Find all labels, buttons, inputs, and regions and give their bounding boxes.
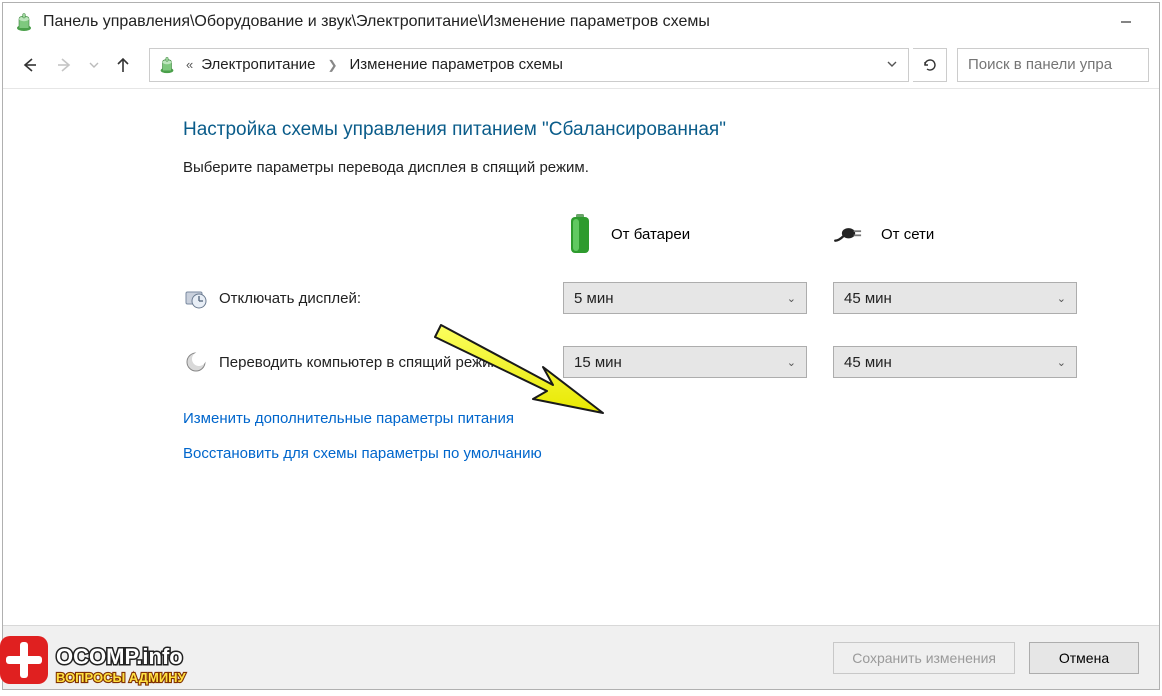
chevron-right-icon: ❯ [323,58,341,72]
power-options-icon [13,11,35,33]
save-button[interactable]: Сохранить изменения [833,642,1015,674]
cancel-button[interactable]: Отмена [1029,642,1139,674]
content-area: Настройка схемы управления питанием "Сба… [3,89,1159,625]
recent-locations-button[interactable] [85,49,103,81]
plug-icon [833,212,867,256]
column-battery-label: От батареи [611,226,690,243]
page-title: Настройка схемы управления питанием "Сба… [183,119,1159,141]
breadcrumb[interactable]: « Электропитание ❯ Изменение параметров … [149,48,909,82]
titlebar: Панель управления\Оборудование и звук\Эл… [3,3,1159,41]
breadcrumb-item-power[interactable]: Электропитание [201,56,315,73]
advanced-settings-link[interactable]: Изменить дополнительные параметры питани… [183,410,1159,427]
sleep-battery-dropdown[interactable]: 15 мин ⌄ [563,346,807,378]
column-battery: От батареи [563,212,833,256]
dropdown-value: 15 мин [574,354,622,371]
power-options-icon [156,54,178,76]
dropdown-value: 5 мин [574,290,614,307]
sleep-plugged-dropdown[interactable]: 45 мин ⌄ [833,346,1077,378]
setting-row-sleep: Переводить компьютер в спящий режим: 15 … [183,346,1159,378]
back-button[interactable] [13,49,45,81]
window-title: Панель управления\Оборудование и звук\Эл… [43,13,1103,31]
minimize-button[interactable] [1103,7,1149,37]
page-subtitle: Выберите параметры перевода дисплея в сп… [183,159,1159,176]
breadcrumb-dropdown-icon[interactable] [882,56,902,73]
window-controls [1103,7,1149,37]
search-input[interactable] [957,48,1149,82]
battery-icon [563,212,597,256]
columns-header: От батареи От сети [183,212,1159,256]
up-button[interactable] [107,49,139,81]
display-off-plugged-dropdown[interactable]: 45 мин ⌄ [833,282,1077,314]
dropdown-value: 45 мин [844,290,892,307]
watermark: OCOMP.info ВОПРОСЫ АДМИНУ [0,630,222,692]
breadcrumb-item-edit-plan[interactable]: Изменение параметров схемы [350,56,563,73]
display-clock-icon [183,285,209,311]
setting-row-display-off: Отключать дисплей: 5 мин ⌄ 45 мин ⌄ [183,282,1159,314]
restore-defaults-link[interactable]: Восстановить для схемы параметры по умол… [183,445,1159,462]
navbar: « Электропитание ❯ Изменение параметров … [3,41,1159,89]
chevron-down-icon: ⌄ [1057,356,1066,369]
chevron-down-icon: ⌄ [787,356,796,369]
display-off-label: Отключать дисплей: [219,290,563,307]
column-plugged-label: От сети [881,226,934,243]
search-field[interactable] [968,56,1138,73]
display-off-battery-dropdown[interactable]: 5 мин ⌄ [563,282,807,314]
forward-button[interactable] [49,49,81,81]
watermark-line1: OCOMP.info [56,644,183,669]
window: Панель управления\Оборудование и звук\Эл… [2,2,1160,690]
chevron-down-icon: ⌄ [787,292,796,305]
moon-icon [183,349,209,375]
sleep-label: Переводить компьютер в спящий режим: [219,354,563,371]
chevron-down-icon: ⌄ [1057,292,1066,305]
dropdown-value: 45 мин [844,354,892,371]
refresh-button[interactable] [913,48,947,82]
breadcrumb-overflow-icon[interactable]: « [186,57,193,72]
watermark-line2: ВОПРОСЫ АДМИНУ [56,670,187,685]
column-plugged: От сети [833,212,1103,256]
links: Изменить дополнительные параметры питани… [183,410,1159,462]
